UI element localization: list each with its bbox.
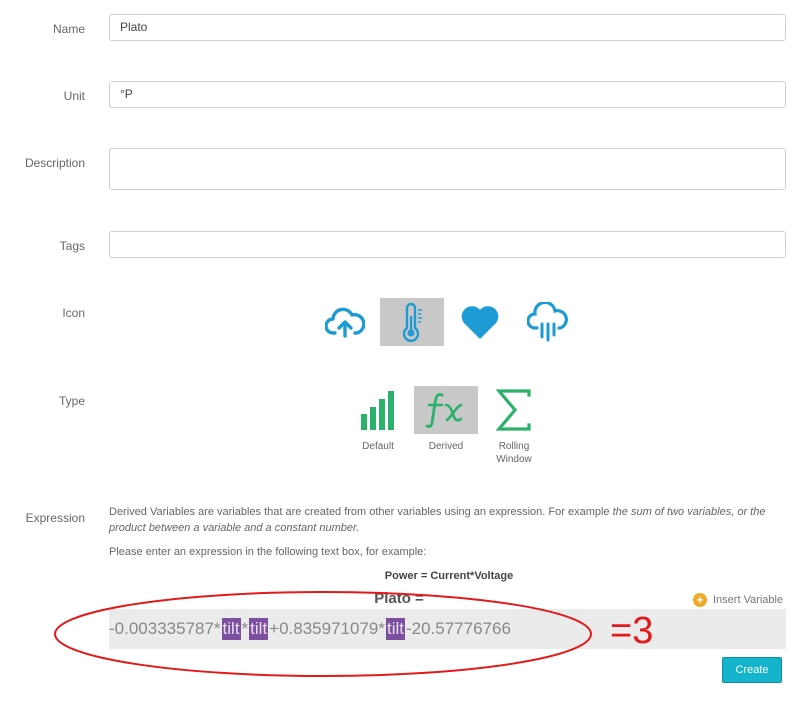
type-default-caption: Default bbox=[362, 441, 394, 452]
thermometer-icon bbox=[402, 302, 422, 342]
function-icon bbox=[425, 393, 463, 428]
plus-circle-icon: + bbox=[693, 593, 707, 607]
unit-label: Unit bbox=[63, 89, 85, 103]
icon-label: Icon bbox=[62, 306, 85, 320]
name-input[interactable]: Plato bbox=[109, 14, 786, 41]
heart-icon bbox=[461, 306, 499, 339]
type-option-derived[interactable]: Derived bbox=[414, 386, 478, 453]
cloud-upload-icon bbox=[325, 307, 365, 338]
icon-option-cloud-rain[interactable] bbox=[516, 298, 580, 346]
tags-label: Tags bbox=[59, 239, 85, 253]
bar-chart-icon bbox=[361, 391, 394, 430]
expression-label: Expression bbox=[25, 511, 85, 525]
type-derived-caption: Derived bbox=[428, 441, 464, 452]
type-label: Type bbox=[58, 394, 85, 408]
sigma-icon bbox=[495, 389, 531, 431]
description-textarea[interactable] bbox=[109, 148, 786, 190]
unit-input[interactable]: °P bbox=[109, 81, 786, 108]
icon-option-cloud-upload[interactable] bbox=[313, 298, 377, 346]
insert-variable-button[interactable]: + Insert Variable bbox=[693, 593, 783, 607]
type-option-default[interactable]: Default bbox=[346, 386, 410, 453]
icon-option-heart[interactable] bbox=[448, 298, 512, 346]
cloud-rain-icon bbox=[527, 302, 568, 342]
insert-variable-label: Insert Variable bbox=[713, 594, 784, 606]
annotation-ellipse bbox=[54, 591, 592, 677]
description-label: Description bbox=[24, 156, 85, 170]
tags-input[interactable] bbox=[109, 231, 786, 258]
annotation-result: =3 bbox=[610, 610, 654, 652]
expression-example: Power = Current*Voltage bbox=[384, 570, 514, 582]
name-label: Name bbox=[52, 22, 85, 36]
create-button[interactable]: Create bbox=[722, 657, 782, 683]
expression-intro: Derived Variables are variables that are… bbox=[109, 504, 789, 536]
expression-intro-text: Derived Variables are variables that are… bbox=[109, 506, 613, 518]
type-option-rolling-window[interactable]: Rolling Window bbox=[482, 386, 546, 466]
expression-prompt: Please enter an expression in the follow… bbox=[109, 546, 427, 558]
type-rolling-window-caption: Rolling Window bbox=[496, 441, 532, 465]
icon-option-thermometer[interactable] bbox=[380, 298, 444, 346]
